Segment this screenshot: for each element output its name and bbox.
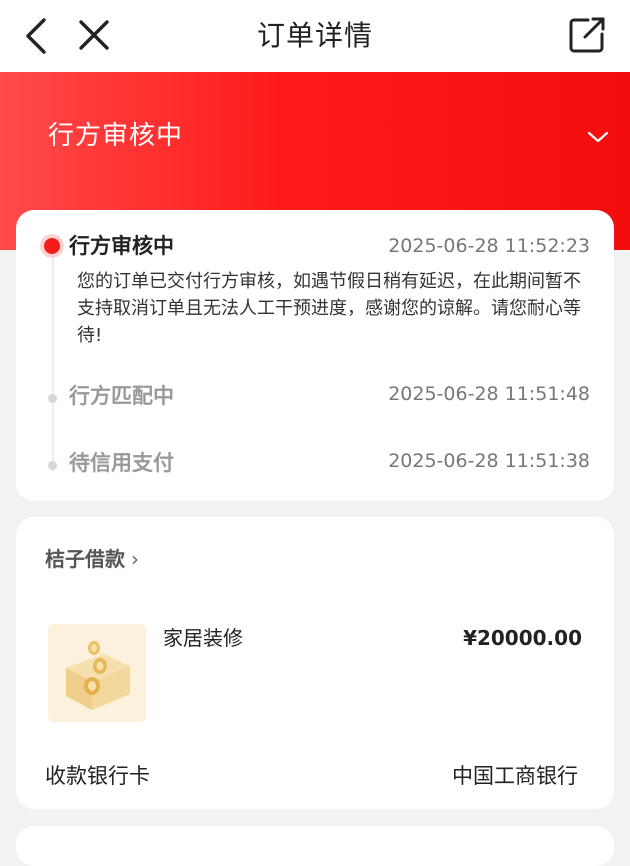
- timeline-step-description: 您的订单已交付行方审核，如遇节假日稍有延迟，在此期间暂不支持取消订单且无法人工干…: [77, 271, 581, 346]
- chevron-right-icon: ›: [131, 547, 139, 571]
- next-card: [16, 826, 614, 866]
- loan-detail-card: 桔子借款 › 家居装修 ¥20000.00 收款银行卡 中国工商银行: [16, 517, 614, 809]
- bank-card-label: 收款银行卡: [45, 764, 150, 788]
- timeline-step-title: 行方审核中: [69, 234, 174, 258]
- chevron-down-icon[interactable]: [586, 128, 610, 146]
- page-title: 订单详情: [256, 19, 373, 52]
- timeline-dot-active: [44, 238, 60, 254]
- loan-purpose: 家居装修: [163, 626, 243, 650]
- loan-provider-name: 桔子借款: [45, 547, 125, 571]
- status-heading: 行方审核中: [48, 121, 184, 151]
- timeline-step-title: 行方匹配中: [69, 384, 174, 408]
- timeline-line: [52, 250, 54, 472]
- timeline-step-title: 待信用支付: [69, 451, 174, 475]
- loan-product-thumbnail: [48, 624, 146, 722]
- timeline-step-time: 2025-06-28 11:51:48: [388, 383, 590, 405]
- status-timeline-card: 行方审核中 2025-06-28 11:52:23 您的订单已交付行方审核，如遇…: [16, 210, 614, 501]
- loan-provider-link[interactable]: 桔子借款 ›: [45, 544, 139, 574]
- coin-box-icon: [48, 624, 146, 722]
- top-nav-bar: 订单详情: [0, 0, 630, 72]
- timeline-dot: [48, 461, 57, 470]
- share-external-icon[interactable]: [566, 14, 608, 56]
- timeline-step-time: 2025-06-28 11:51:38: [388, 450, 590, 472]
- loan-amount: ¥20000.00: [463, 626, 582, 650]
- timeline-dot: [48, 394, 57, 403]
- timeline-step-time: 2025-06-28 11:52:23: [388, 235, 590, 257]
- bank-card-value: 中国工商银行: [452, 764, 578, 788]
